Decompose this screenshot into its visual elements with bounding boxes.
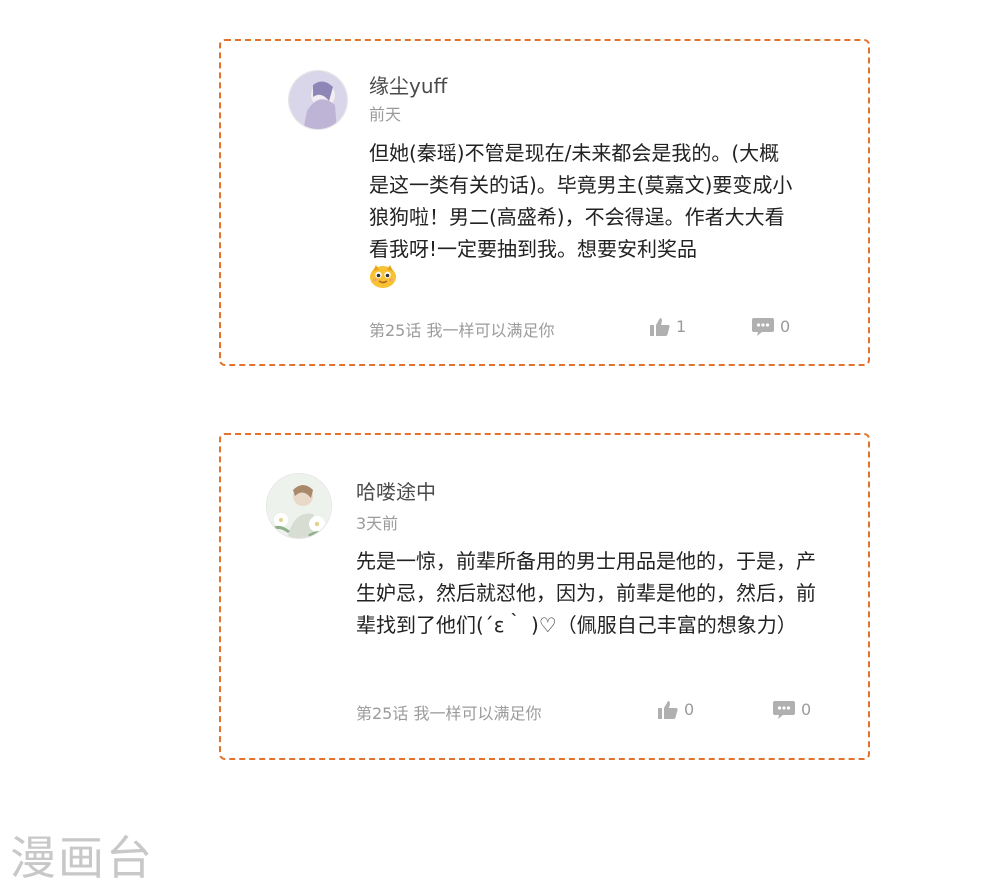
username[interactable]: 缘尘yuff <box>369 70 447 99</box>
like-count: 1 <box>676 317 687 336</box>
comment-text: 先是一惊，前辈所备用的男士用品是他的，于是，产生妒忌，然后就怼他，因为，前辈是他… <box>356 549 816 637</box>
watermark-logo: 漫画台 <box>10 831 154 885</box>
reply-count: 0 <box>801 700 812 719</box>
episode-link[interactable]: 第25话 我一样可以满足你 <box>356 700 541 724</box>
like-count: 0 <box>684 700 695 719</box>
like-button[interactable]: 0 <box>658 700 694 719</box>
comment-text: 但她(秦瑶)不管是现在/未来都会是我的。(大概是这一类有关的话)。毕竟男主(莫嘉… <box>369 141 793 261</box>
comment-card: 缘尘yuff 前天 但她(秦瑶)不管是现在/未来都会是我的。(大概是这一类有关的… <box>219 39 870 366</box>
username[interactable]: 哈喽途中 <box>356 476 436 505</box>
thumbs-up-icon <box>650 317 670 336</box>
user-avatar[interactable] <box>288 70 348 130</box>
smile-emoji-icon <box>369 263 397 293</box>
reply-button[interactable]: 0 <box>752 317 790 336</box>
timestamp: 前天 <box>369 105 402 124</box>
reply-button[interactable]: 0 <box>773 700 811 719</box>
comment-card: 哈喽途中 3天前 先是一惊，前辈所备用的男士用品是他的，于是，产生妒忌，然后就怼… <box>219 433 870 760</box>
comment-bubble-icon <box>773 700 795 719</box>
thumbs-up-icon <box>658 700 678 719</box>
like-button[interactable]: 1 <box>650 317 686 336</box>
user-avatar[interactable] <box>266 473 332 539</box>
episode-link[interactable]: 第25话 我一样可以满足你 <box>369 317 554 341</box>
timestamp: 3天前 <box>356 514 399 533</box>
comment-bubble-icon <box>752 317 774 336</box>
reply-count: 0 <box>780 317 791 336</box>
